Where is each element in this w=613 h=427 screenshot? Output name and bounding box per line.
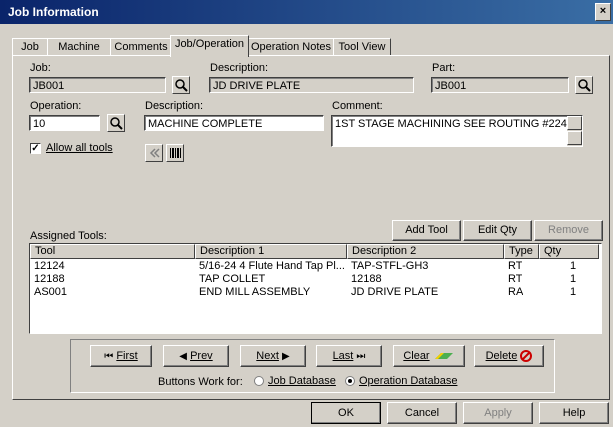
tool-cell: 12188 [34, 273, 65, 285]
tab-comments[interactable]: Comments [110, 38, 172, 56]
first-button[interactable]: ⏮ First [90, 345, 152, 367]
type-cell: RT [508, 260, 523, 272]
job-label: Job: [30, 62, 51, 74]
search-icon [110, 117, 123, 130]
column-header-type[interactable]: Type [504, 244, 539, 259]
operation-description-label: Description: [145, 100, 204, 112]
operation-search-button[interactable] [107, 114, 125, 132]
comment-label: Comment: [332, 100, 383, 112]
delete-icon [520, 350, 533, 363]
operation-description-field[interactable]: MACHINE COMPLETE [144, 115, 324, 131]
column-header-tool[interactable]: Tool [30, 244, 195, 259]
search-icon [578, 79, 591, 92]
job-description-label: Description: [210, 62, 269, 74]
remove-button[interactable]: Remove [534, 220, 603, 241]
assign-tool-button[interactable] [145, 144, 163, 162]
description-2-cell: 12188 [351, 273, 382, 285]
type-cell: RA [508, 286, 524, 298]
tab-job-operation[interactable]: Job/Operation [170, 35, 249, 57]
last-button[interactable]: Last ⏭ [316, 345, 382, 367]
operation-label: Operation: [30, 100, 82, 112]
apply-button[interactable]: Apply [463, 402, 533, 424]
type-cell: RT [508, 273, 523, 285]
column-header-description-2[interactable]: Description 2 [347, 244, 504, 259]
scroll-up-icon[interactable] [567, 116, 582, 130]
last-icon: ⏭ [356, 351, 366, 362]
description-2-cell: TAP-STFL-GH3 [351, 260, 429, 272]
tab-machine[interactable]: Machine [47, 38, 111, 56]
next-button[interactable]: Next ▶ [240, 345, 306, 367]
search-icon [175, 79, 188, 92]
part-search-button[interactable] [575, 76, 593, 94]
ok-button[interactable]: OK [311, 402, 381, 424]
cancel-button[interactable]: Cancel [387, 402, 457, 424]
allow-all-tools-label[interactable]: Allow all tools [46, 142, 113, 154]
barcode-button[interactable] [166, 144, 184, 162]
operation-database-radio[interactable] [345, 376, 355, 386]
barcode-icon [170, 148, 181, 158]
description-2-cell: JD DRIVE PLATE [351, 286, 439, 298]
job-search-button[interactable] [172, 76, 190, 94]
operation-database-label[interactable]: Operation Database [359, 375, 457, 387]
assigned-tools-label: Assigned Tools: [30, 230, 107, 242]
comment-field[interactable]: 1ST STAGE MACHINING SEE ROUTING #22455 [331, 115, 583, 147]
allow-all-tools-checkbox[interactable]: ✓ [30, 143, 41, 154]
job-description-field: JD DRIVE PLATE [209, 77, 414, 93]
edit-qty-button[interactable]: Edit Qty [463, 220, 532, 241]
tool-cell: AS001 [34, 286, 68, 298]
double-arrow-left-icon [149, 148, 160, 158]
add-tool-button[interactable]: Add Tool [392, 220, 461, 241]
description-1-cell: 5/16-24 4 Flute Hand Tap Pl... [199, 260, 344, 272]
job-database-radio[interactable] [254, 376, 264, 386]
buttons-work-for-label: Buttons Work for: [158, 376, 243, 388]
job-information-window: Job Information × Job Machine Comments J… [0, 0, 613, 427]
prev-button[interactable]: ◀ Prev [163, 345, 229, 367]
window-title: Job Information [8, 5, 99, 19]
comment-scrollbar[interactable] [567, 116, 582, 146]
tab-tool-view[interactable]: Tool View [333, 38, 391, 56]
help-button[interactable]: Help [539, 402, 609, 424]
qty-cell: 1 [570, 273, 577, 285]
tab-job[interactable]: Job [12, 38, 48, 56]
assigned-tools-list[interactable]: Tool Description 1 Description 2 Type Qt… [29, 243, 602, 334]
qty-cell: 1 [570, 286, 577, 298]
table-row[interactable]: 12124 5/16-24 4 Flute Hand Tap Pl... TAP… [30, 260, 599, 273]
next-icon: ▶ [281, 351, 290, 362]
scroll-down-icon[interactable] [567, 131, 582, 145]
column-header-qty[interactable]: Qty [539, 244, 599, 259]
part-field[interactable]: JB001 [431, 77, 569, 93]
table-row[interactable]: AS001 END MILL ASSEMBLY JD DRIVE PLATE R… [30, 286, 599, 299]
delete-button[interactable]: Delete [474, 345, 544, 367]
job-field[interactable]: JB001 [29, 77, 166, 93]
clear-button[interactable]: Clear [393, 345, 465, 367]
tab-operation-notes[interactable]: Operation Notes [248, 38, 334, 56]
column-header-description-1[interactable]: Description 1 [195, 244, 347, 259]
tool-cell: 12124 [34, 260, 65, 272]
part-label: Part: [432, 62, 456, 74]
description-1-cell: END MILL ASSEMBLY [199, 286, 311, 298]
qty-cell: 1 [570, 260, 577, 272]
first-icon: ⏮ [104, 351, 114, 362]
close-icon[interactable]: × [595, 3, 611, 21]
table-row[interactable]: 12188 TAP COLLET 12188 RT 1 [30, 273, 599, 286]
job-database-label[interactable]: Job Database [268, 375, 336, 387]
operation-field[interactable]: 10 [29, 115, 100, 131]
title-bar: Job Information × [0, 0, 613, 24]
eraser-icon [434, 353, 453, 360]
description-1-cell: TAP COLLET [199, 273, 266, 285]
prev-icon: ◀ [179, 351, 187, 362]
